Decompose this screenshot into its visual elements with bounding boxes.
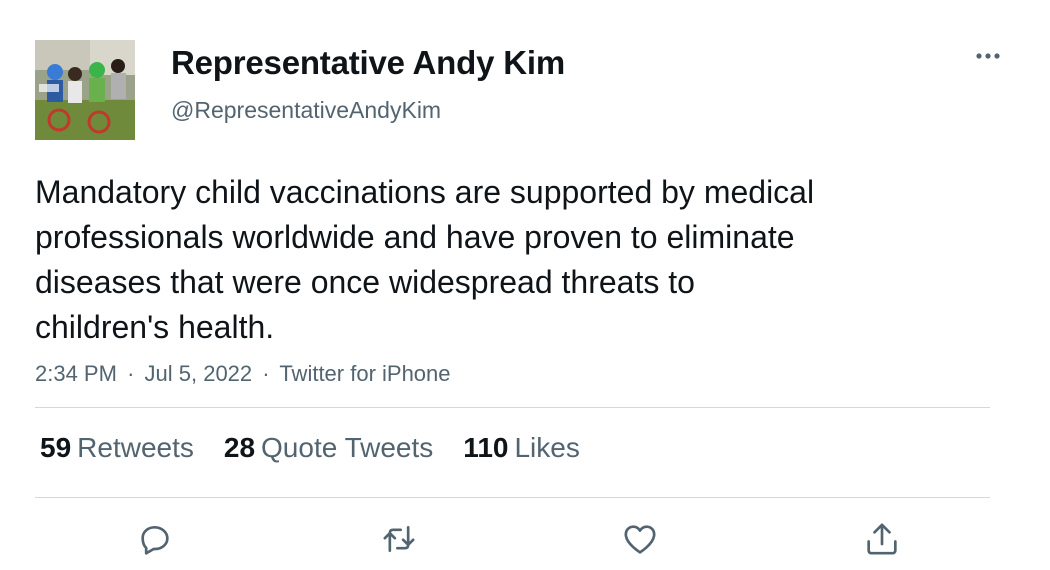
avatar-photo: [35, 40, 135, 140]
quote-tweets-count: 28: [223, 432, 256, 463]
tweet-source[interactable]: Twitter for iPhone: [279, 361, 450, 386]
tweet-date[interactable]: Jul 5, 2022: [145, 361, 253, 386]
tweet-text-line: professionals worldwide and have proven …: [35, 219, 795, 255]
action-bar: [0, 517, 1050, 561]
tweet-time[interactable]: 2:34 PM: [35, 361, 117, 386]
avatar[interactable]: [35, 40, 135, 140]
tweet-metadata: 2:34 PM · Jul 5, 2022 · Twitter for iPho…: [35, 361, 451, 387]
tweet-text-line: Mandatory child vaccinations are support…: [35, 174, 815, 210]
separator: ·: [262, 361, 270, 386]
heart-icon: [624, 525, 656, 554]
like-button[interactable]: [618, 517, 662, 561]
likes-label: Likes: [514, 432, 580, 463]
retweet-button[interactable]: [377, 517, 421, 561]
tweet-text: Mandatory child vaccinations are support…: [35, 170, 955, 350]
retweets-stat[interactable]: 59 Retweets: [40, 432, 194, 464]
divider: [35, 497, 990, 498]
engagement-stats: 59 Retweets 28 Quote Tweets 110 Likes: [40, 432, 580, 464]
display-name[interactable]: Representative Andy Kim: [171, 44, 565, 82]
more-icon: [976, 53, 1000, 59]
separator: ·: [127, 361, 135, 386]
likes-count: 110: [463, 432, 509, 463]
reply-icon: [141, 526, 169, 555]
tweet-text-line: diseases that were once widespread threa…: [35, 264, 695, 300]
share-button[interactable]: [860, 517, 904, 561]
reply-button[interactable]: [133, 517, 177, 561]
likes-stat[interactable]: 110 Likes: [463, 432, 580, 464]
quote-tweets-stat[interactable]: 28 Quote Tweets: [224, 432, 433, 464]
quote-tweets-label: Quote Tweets: [261, 432, 434, 463]
share-icon: [867, 523, 897, 555]
retweets-count: 59: [40, 432, 72, 463]
divider: [35, 407, 990, 408]
retweet-icon: [383, 526, 415, 552]
user-handle[interactable]: @RepresentativeAndyKim: [171, 97, 441, 124]
tweet-text-line: children's health.: [35, 309, 275, 345]
more-options-button[interactable]: [966, 40, 1010, 72]
retweets-label: Retweets: [77, 432, 194, 463]
